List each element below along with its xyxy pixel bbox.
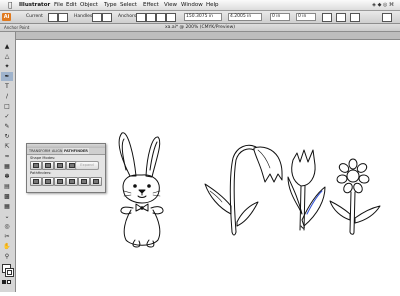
pencil-tool-icon[interactable]: ✎ bbox=[1, 122, 13, 131]
magic-wand-tool-icon[interactable]: ✦ bbox=[1, 62, 13, 71]
line-tool-icon[interactable]: ∕ bbox=[1, 92, 13, 101]
menu-view[interactable]: View bbox=[164, 0, 177, 10]
menu-select[interactable]: Select bbox=[120, 0, 137, 10]
align-icon[interactable] bbox=[336, 13, 346, 22]
scale-tool-icon[interactable]: ⇱ bbox=[1, 142, 13, 151]
expand-button[interactable]: Expand bbox=[75, 161, 99, 170]
status-icons: ◈ ◆ ◎ ⌘ bbox=[372, 2, 394, 8]
show-handles-button[interactable] bbox=[92, 13, 102, 22]
graph-tool-icon[interactable]: ▤ bbox=[1, 182, 13, 191]
direct-selection-tool-icon[interactable]: △ bbox=[1, 52, 13, 61]
intersect-button[interactable] bbox=[54, 161, 66, 170]
tab-align[interactable]: ALIGN bbox=[51, 148, 63, 154]
panel-menu-icon[interactable] bbox=[382, 13, 392, 22]
bellflower-drawing[interactable] bbox=[204, 144, 283, 236]
minus-back-button[interactable] bbox=[90, 177, 102, 186]
divide-button[interactable] bbox=[30, 177, 42, 186]
selection-tool-icon[interactable]: ▲ bbox=[1, 42, 13, 51]
document-title-bar: Anchor Point xa.ai* @ 200% (CMYK/Preview… bbox=[0, 24, 400, 32]
connect-anchor-button[interactable] bbox=[146, 13, 156, 22]
tools-panel: ▲ △ ✦ ✒ T ∕ □ ✓ ✎ ↻ ⇱ ≈ ▦ ✽ ▤ ▩ ▦ ⌄ ◎ ✂ … bbox=[0, 32, 16, 292]
free-transform-tool-icon[interactable]: ▦ bbox=[1, 162, 13, 171]
zoom-tool-icon[interactable]: ⚲ bbox=[1, 252, 13, 261]
link-icon[interactable] bbox=[322, 13, 332, 22]
tulip-drawing[interactable] bbox=[287, 149, 326, 231]
tab-pathfinder[interactable]: PATHFINDER bbox=[63, 148, 89, 154]
menu-edit[interactable]: Edit bbox=[66, 0, 77, 10]
hide-handles-button[interactable] bbox=[102, 13, 112, 22]
outline-button[interactable] bbox=[78, 177, 90, 186]
remove-anchor-button[interactable] bbox=[136, 13, 146, 22]
x-field[interactable]: 150.3075 in bbox=[184, 13, 222, 21]
document-tab-strip bbox=[16, 32, 400, 40]
menu-object[interactable]: Object bbox=[80, 0, 98, 10]
transform-icon[interactable] bbox=[350, 13, 360, 22]
gradient-tool-icon[interactable]: ▦ bbox=[1, 202, 13, 211]
symbol-sprayer-tool-icon[interactable]: ✽ bbox=[1, 172, 13, 181]
convert-smooth-button[interactable] bbox=[58, 13, 68, 22]
y-field[interactable]: 4.2005 in bbox=[228, 13, 262, 21]
warp-tool-icon[interactable]: ≈ bbox=[1, 152, 13, 161]
convert-label: Current bbox=[26, 14, 43, 19]
hand-tool-icon[interactable]: ✋ bbox=[1, 242, 13, 251]
menu-effect[interactable]: Effect bbox=[143, 0, 159, 10]
menu-app-name[interactable]: Illustrator bbox=[19, 0, 50, 10]
isolate-button[interactable] bbox=[166, 13, 176, 22]
none-mode-icon[interactable] bbox=[7, 280, 11, 284]
blend-tool-icon[interactable]: ◎ bbox=[1, 222, 13, 231]
brush-tool-icon[interactable]: ✓ bbox=[1, 112, 13, 121]
minus-front-button[interactable] bbox=[42, 161, 54, 170]
convert-corner-button[interactable] bbox=[48, 13, 58, 22]
daisy-drawing[interactable] bbox=[329, 158, 381, 235]
apple-icon[interactable]:  bbox=[8, 0, 12, 10]
merge-button[interactable] bbox=[54, 177, 66, 186]
menu-help[interactable]: Help bbox=[206, 0, 219, 10]
unite-button[interactable] bbox=[30, 161, 42, 170]
stroke-swatch[interactable] bbox=[5, 268, 14, 277]
document-title: xa.ai* @ 200% (CMYK/Preview) bbox=[164, 25, 236, 30]
scissors-tool-icon[interactable]: ✂ bbox=[1, 232, 13, 241]
rectangle-tool-icon[interactable]: □ bbox=[1, 102, 13, 111]
anchors-label: Anchors bbox=[118, 14, 137, 19]
bunny-drawing[interactable] bbox=[118, 132, 164, 248]
tab-transform[interactable]: TRANSFORM bbox=[28, 148, 51, 154]
eyedropper-tool-icon[interactable]: ⌄ bbox=[1, 212, 13, 221]
pen-tool-icon[interactable]: ✒ bbox=[1, 72, 13, 81]
cut-path-button[interactable] bbox=[156, 13, 166, 22]
control-bar: Ai Current Handles Anchors 150.3075 in 4… bbox=[0, 11, 400, 24]
trim-button[interactable] bbox=[42, 177, 54, 186]
w-field[interactable]: 0 in bbox=[270, 13, 290, 21]
menu-file[interactable]: File bbox=[54, 0, 63, 10]
illustrator-logo: Ai bbox=[2, 13, 11, 21]
pathfinder-panel: TRANSFORM ALIGN PATHFINDER Shape Modes: … bbox=[26, 143, 106, 193]
panel-tabs: TRANSFORM ALIGN PATHFINDER bbox=[27, 148, 105, 155]
color-mode-icon[interactable] bbox=[2, 280, 6, 284]
crop-button[interactable] bbox=[66, 177, 78, 186]
h-field[interactable]: 0 in bbox=[296, 13, 316, 21]
pathfinders-label: Pathfinders: bbox=[30, 171, 52, 175]
menu-window[interactable]: Window bbox=[181, 0, 203, 10]
handles-label: Handles bbox=[74, 14, 93, 19]
shape-modes-label: Shape Modes: bbox=[30, 156, 56, 160]
menu-bar:  Illustrator File Edit Object Type Sele… bbox=[0, 0, 400, 11]
mesh-tool-icon[interactable]: ▩ bbox=[1, 192, 13, 201]
rotate-tool-icon[interactable]: ↻ bbox=[1, 132, 13, 141]
menu-type[interactable]: Type bbox=[104, 0, 117, 10]
type-tool-icon[interactable]: T bbox=[1, 82, 13, 91]
